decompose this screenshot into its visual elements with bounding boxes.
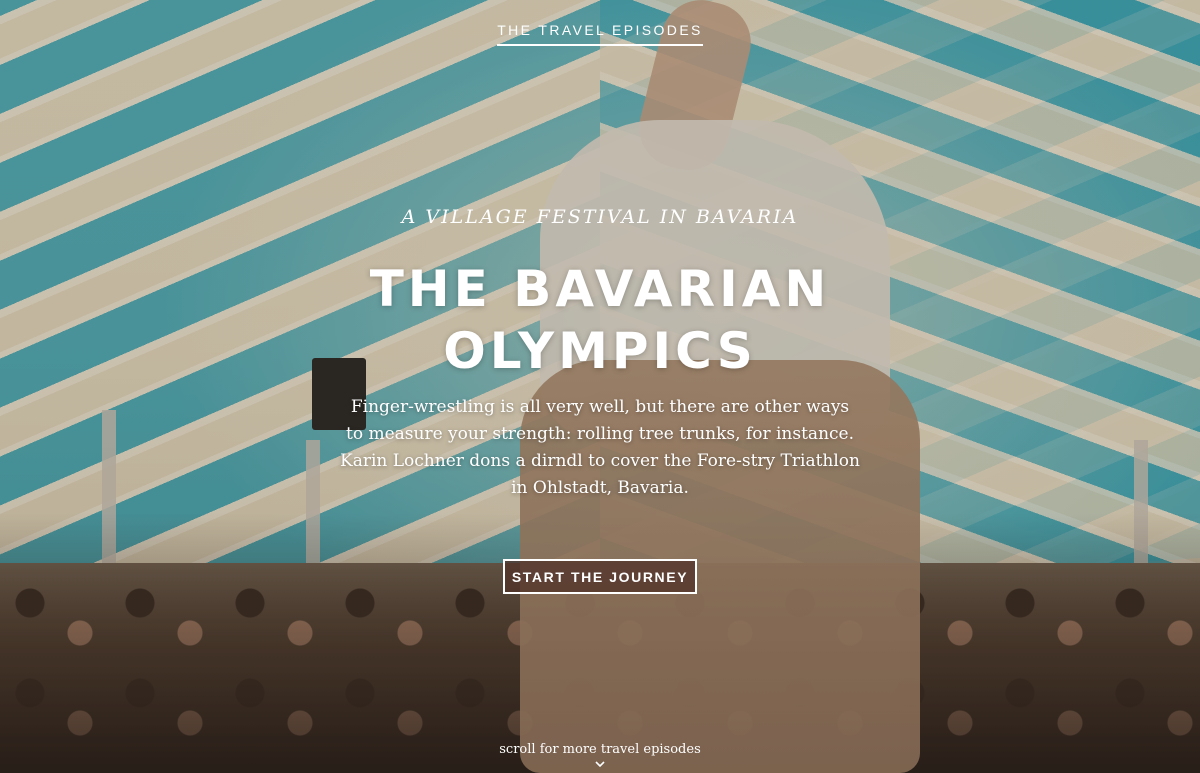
hero-background-photo (0, 0, 1200, 773)
hero-title: THE BAVARIAN OLYMPICS (0, 258, 1200, 382)
chevron-down-icon[interactable] (594, 758, 606, 770)
hero-title-line2: OLYMPICS (443, 322, 757, 380)
section-nav: THE TRAVEL EPISODES (0, 20, 1200, 46)
hero-subtitle: A VILLAGE FESTIVAL IN BAVARIA (401, 206, 799, 228)
hero-title-line1: THE BAVARIAN (369, 260, 831, 318)
travel-episodes-link[interactable]: THE TRAVEL EPISODES (497, 22, 703, 46)
image-overlay (0, 0, 1200, 773)
scroll-hint[interactable]: scroll for more travel episodes (0, 742, 1200, 757)
hero-intro: Finger-wrestling is all very well, but t… (340, 397, 860, 498)
start-journey-button[interactable]: START THE JOURNEY (503, 559, 697, 594)
